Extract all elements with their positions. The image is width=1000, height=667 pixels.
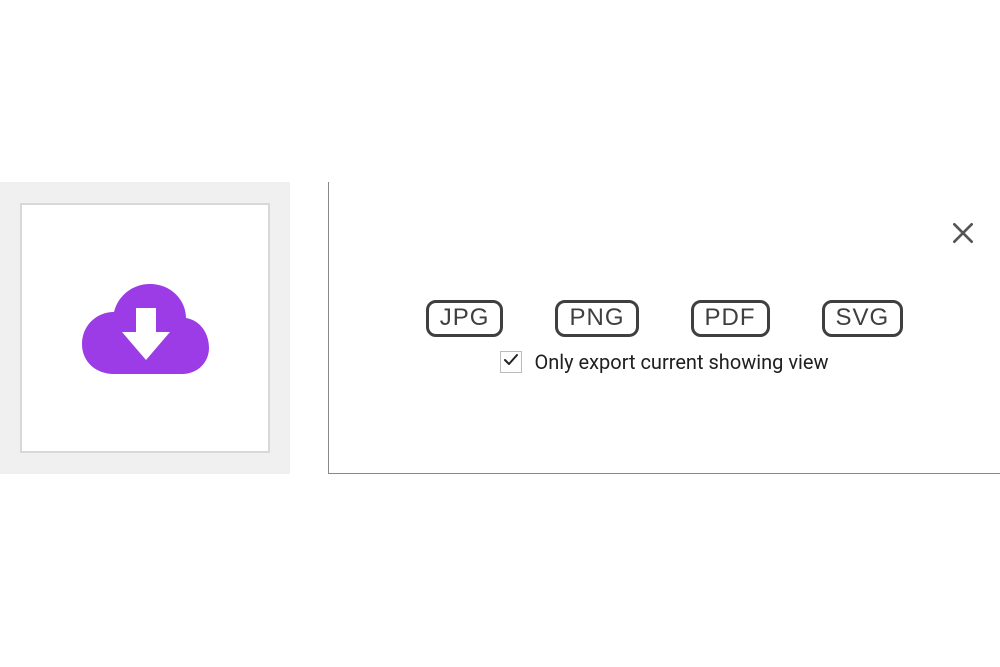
download-button[interactable] <box>20 203 270 453</box>
export-panel: JPG PNG PDF SVG Only export current show… <box>328 182 1000 474</box>
export-format-jpg[interactable]: JPG <box>426 300 504 337</box>
download-tile-area <box>0 182 290 474</box>
cloud-download-icon <box>78 276 213 380</box>
only-current-view-row: Only export current showing view <box>329 350 1000 374</box>
export-format-svg[interactable]: SVG <box>822 300 904 337</box>
close-button[interactable] <box>948 220 978 250</box>
export-format-png[interactable]: PNG <box>555 300 638 337</box>
export-format-row: JPG PNG PDF SVG <box>329 300 1000 337</box>
checkmark-icon <box>503 352 519 372</box>
only-current-view-label: Only export current showing view <box>534 350 828 374</box>
export-format-pdf[interactable]: PDF <box>691 300 770 337</box>
close-icon <box>950 220 976 250</box>
only-current-view-checkbox[interactable] <box>500 351 522 373</box>
